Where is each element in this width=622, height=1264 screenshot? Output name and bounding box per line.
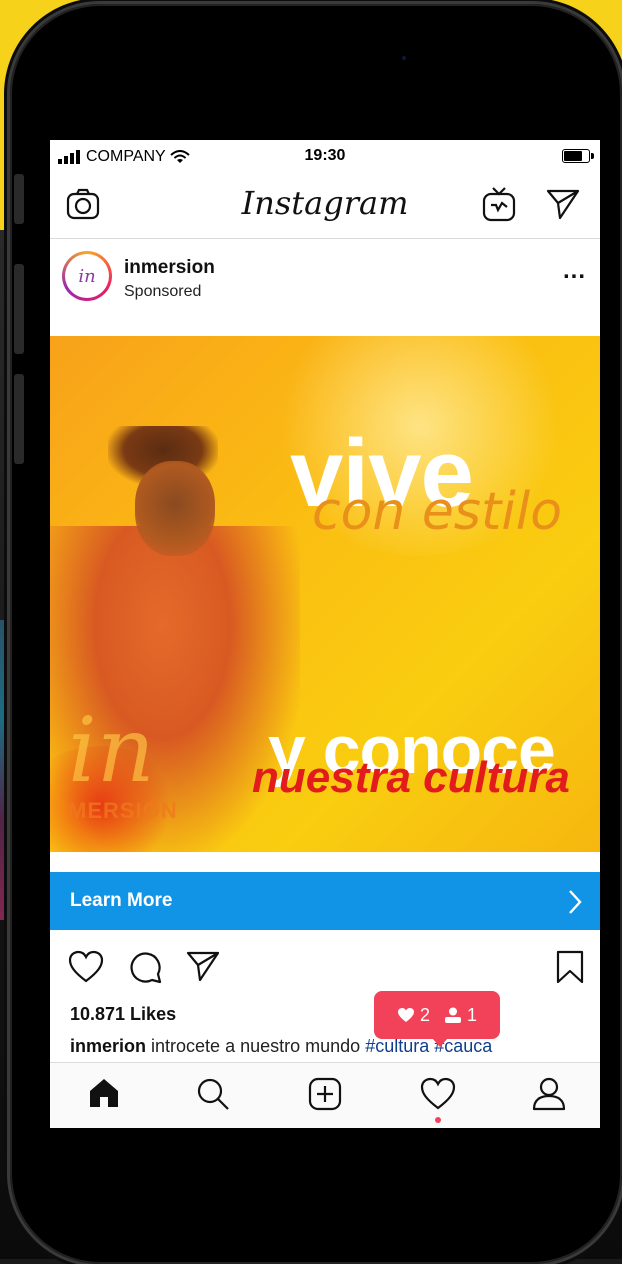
igtv-icon[interactable] [482, 186, 516, 222]
post-caption: inmerion introcete a nuestro mundo #cult… [70, 1036, 590, 1057]
ad-subline-nuestra-cultura: nuestra cultura [252, 753, 570, 802]
learn-more-button[interactable]: Learn More [50, 872, 600, 930]
search-icon[interactable] [196, 1077, 230, 1111]
heart-filled-icon [397, 1008, 414, 1022]
activity-indicator-dot [435, 1117, 441, 1123]
post-header: in inmersion Sponsored ... [50, 239, 600, 335]
add-post-icon[interactable] [308, 1077, 342, 1111]
home-icon[interactable] [88, 1077, 120, 1109]
chevron-right-icon [569, 890, 582, 914]
notif-likes-count: 2 [419, 1004, 430, 1025]
phone-volume-down [14, 374, 24, 464]
like-heart-icon[interactable] [68, 950, 104, 984]
caption-text: introcete a nuestro mundo [151, 1036, 361, 1056]
comment-icon[interactable] [128, 950, 162, 984]
notif-followers-count: 1 [467, 1004, 478, 1025]
front-camera-dot [402, 56, 406, 60]
bottom-tab-bar [50, 1062, 600, 1128]
ad-image[interactable]: vive con estilo in MERSIÓN y conoce nues… [50, 336, 600, 852]
activity-notification-bubble[interactable]: 2 1 [374, 991, 500, 1047]
direct-send-icon[interactable] [546, 188, 580, 220]
battery-fill [564, 151, 582, 161]
ad-brand-mark: in [68, 698, 155, 803]
sponsored-label: Sponsored [124, 283, 202, 300]
top-nav: Instagram [50, 174, 600, 239]
avatar-logo: in [65, 254, 109, 298]
ad-person-face [135, 461, 215, 556]
notif-followers: 1 [444, 1005, 477, 1026]
more-options-button[interactable]: ... [563, 257, 586, 285]
app-screen: COMPANY 19:30 Instagram in inmersion Spo… [50, 140, 600, 1128]
instagram-logo[interactable]: Instagram [50, 184, 600, 222]
status-bar: COMPANY 19:30 [50, 140, 600, 174]
post-username[interactable]: inmersion [124, 257, 215, 279]
activity-heart-icon[interactable] [420, 1077, 456, 1111]
battery-icon [562, 149, 594, 163]
caption-username[interactable]: inmerion [70, 1036, 146, 1056]
bookmark-icon[interactable] [556, 950, 584, 984]
avatar[interactable]: in [62, 251, 112, 301]
ad-brand-sub: MERSIÓN [68, 798, 178, 823]
caption-hashtags[interactable]: #cultura #cauca [365, 1036, 492, 1056]
status-time: 19:30 [304, 147, 346, 164]
profile-icon[interactable] [532, 1077, 566, 1111]
person-filled-icon [445, 1007, 461, 1023]
ad-headline-con-estilo: con estilo [312, 482, 563, 542]
notif-likes: 2 [397, 1005, 430, 1026]
share-icon[interactable] [186, 950, 220, 982]
phone-volume-up [14, 264, 24, 354]
likes-count[interactable]: 10.871 Likes [70, 1004, 176, 1025]
post-actions [50, 940, 600, 996]
phone-side-button [14, 174, 24, 224]
learn-more-label: Learn More [70, 890, 173, 911]
